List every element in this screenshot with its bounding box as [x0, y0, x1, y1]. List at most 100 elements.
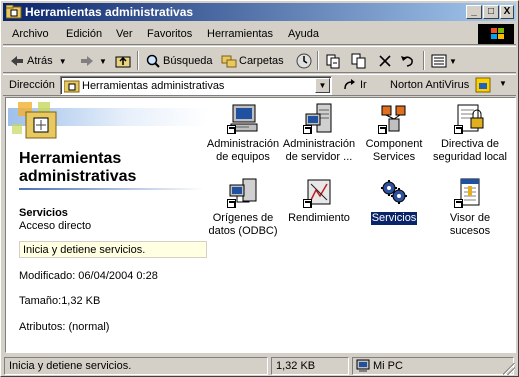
- resize-grip[interactable]: [503, 363, 515, 375]
- folder-view: Herramientas administrativas Servicios A…: [5, 97, 516, 353]
- menu-herramientas[interactable]: Herramientas: [207, 28, 273, 40]
- info-pane: Herramientas administrativas Servicios A…: [6, 98, 210, 352]
- history-icon: [296, 53, 312, 69]
- menu-ver[interactable]: Ver: [116, 28, 133, 40]
- icon-label: Visor de sucesos: [449, 212, 491, 237]
- file-size: Tamaño:1,32 KB: [19, 295, 101, 307]
- address-field[interactable]: Herramientas administrativas ▼: [60, 76, 332, 95]
- up-folder-icon: [115, 56, 131, 68]
- folders-button[interactable]: Carpetas: [221, 52, 284, 70]
- my-computer-icon: [356, 359, 370, 372]
- address-label: Dirección: [9, 79, 55, 91]
- icon-component-services[interactable]: Component Services: [354, 102, 434, 164]
- services-icon: [381, 180, 407, 204]
- menu-favoritos[interactable]: Favoritos: [147, 28, 192, 40]
- toolbar-separator: [317, 51, 319, 70]
- address-value: Herramientas administrativas: [82, 80, 225, 92]
- undo-icon: [401, 56, 413, 67]
- shortcut-arrow-icon: [303, 125, 312, 134]
- folder-banner-graphic: [8, 102, 208, 139]
- menu-bar: Archivo Edición Ver Favoritos Herramient…: [3, 23, 516, 45]
- icon-label: Orígenes de datos (ODBC): [208, 212, 278, 237]
- back-button[interactable]: Atrás ▼: [9, 52, 67, 70]
- forward-dropdown-icon[interactable]: ▼: [99, 57, 107, 66]
- views-dropdown-icon[interactable]: ▼: [449, 57, 457, 66]
- folder-title: Herramientas administrativas: [19, 150, 137, 185]
- selected-item-name: Servicios: [19, 207, 68, 219]
- folders-icon: [221, 55, 237, 68]
- menu-archivo[interactable]: Archivo: [12, 28, 49, 40]
- address-bar: Dirección Herramientas administrativas ▼…: [3, 74, 516, 96]
- forward-arrow-icon: [81, 56, 93, 66]
- status-size: 1,32 KB: [271, 357, 349, 375]
- search-icon: [146, 54, 160, 68]
- go-button[interactable]: Ir: [343, 78, 367, 92]
- icon-directiva-de-seguridad-local[interactable]: Directiva de seguridad local: [430, 102, 510, 164]
- selected-item-type: Acceso directo: [19, 220, 92, 232]
- title-bar[interactable]: Herramientas administrativas _ □ X: [3, 3, 516, 21]
- icon-label: Servicios: [369, 211, 419, 226]
- maximize-button[interactable]: □: [483, 5, 499, 19]
- minimize-button[interactable]: _: [466, 5, 482, 19]
- up-folder-button[interactable]: [115, 52, 131, 70]
- menu-ayuda[interactable]: Ayuda: [288, 28, 319, 40]
- back-dropdown-icon[interactable]: ▼: [59, 57, 67, 66]
- icon-administracion-de-equipos[interactable]: Administración de equipos: [203, 102, 283, 164]
- copy-to-button[interactable]: [351, 52, 367, 70]
- shortcut-arrow-icon: [303, 199, 312, 208]
- address-dropdown-button[interactable]: ▼: [315, 78, 330, 93]
- close-button[interactable]: X: [500, 5, 514, 19]
- status-zone: Mi PC: [352, 357, 514, 375]
- explorer-window: Herramientas administrativas _ □ X Archi…: [0, 0, 519, 377]
- search-button[interactable]: Búsqueda: [145, 52, 213, 70]
- folder-tools-icon: [6, 5, 22, 19]
- delete-icon: [379, 55, 391, 67]
- norton-dropdown-icon[interactable]: ▼: [499, 79, 507, 88]
- icon-administracion-de-servidor[interactable]: Administración de servidor ...: [279, 102, 359, 164]
- views-icon: [431, 54, 447, 68]
- norton-antivirus-label[interactable]: Norton AntiVirus: [390, 79, 469, 91]
- toolbar-separator: [137, 51, 139, 70]
- status-description: Inicia y detiene servicios.: [4, 357, 268, 375]
- icon-label: Administración de equipos: [206, 138, 280, 163]
- modified-date: Modificado: 06/04/2004 0:28: [19, 270, 158, 282]
- move-to-button[interactable]: [325, 52, 341, 70]
- history-button[interactable]: [295, 52, 313, 70]
- folders-label: Carpetas: [239, 55, 284, 67]
- back-label: Atrás: [27, 55, 53, 67]
- icon-label: Directiva de seguridad local: [433, 138, 507, 163]
- search-label: Búsqueda: [163, 55, 213, 67]
- delete-button[interactable]: [377, 52, 393, 70]
- forward-button[interactable]: ▼: [79, 52, 107, 70]
- menu-edicion[interactable]: Edición: [66, 28, 102, 40]
- icon-visor-de-sucesos[interactable]: Visor de sucesos: [430, 176, 510, 238]
- views-button[interactable]: ▼: [431, 52, 457, 70]
- shortcut-arrow-icon: [454, 125, 463, 134]
- status-bar: Inicia y detiene servicios. 1,32 KB Mi P…: [3, 356, 516, 376]
- icon-origenes-de-datos-odbc[interactable]: Orígenes de datos (ODBC): [203, 176, 283, 238]
- copy-to-icon: [351, 53, 366, 69]
- selected-item-description: Inicia y detiene servicios.: [19, 241, 207, 258]
- back-arrow-icon: [11, 56, 23, 66]
- window-title: Herramientas administrativas: [25, 5, 194, 19]
- icon-label: Administración de servidor ...: [282, 138, 356, 163]
- go-label: Ir: [360, 79, 367, 91]
- windows-logo-icon: [478, 24, 514, 44]
- toolbar-separator: [423, 51, 425, 70]
- title-divider: [19, 188, 204, 190]
- file-attributes: Atributos: (normal): [19, 321, 110, 333]
- move-to-icon: [326, 54, 340, 69]
- folder-tools-icon: [64, 80, 80, 93]
- shortcut-arrow-icon: [454, 199, 463, 208]
- zone-label: Mi PC: [373, 360, 403, 372]
- icon-rendimiento[interactable]: Rendimiento: [279, 176, 359, 225]
- standard-toolbar: Atrás ▼ ▼ Búsqueda Carpetas ▼: [3, 46, 516, 73]
- icon-label: Component Services: [365, 138, 423, 163]
- icon-label: Rendimiento: [288, 212, 350, 224]
- norton-antivirus-icon[interactable]: [475, 77, 491, 93]
- shortcut-arrow-icon: [378, 125, 387, 134]
- shortcut-arrow-icon: [227, 199, 236, 208]
- icon-servicios[interactable]: Servicios: [354, 176, 434, 226]
- shortcut-arrow-icon: [227, 125, 236, 134]
- undo-button[interactable]: [399, 52, 415, 70]
